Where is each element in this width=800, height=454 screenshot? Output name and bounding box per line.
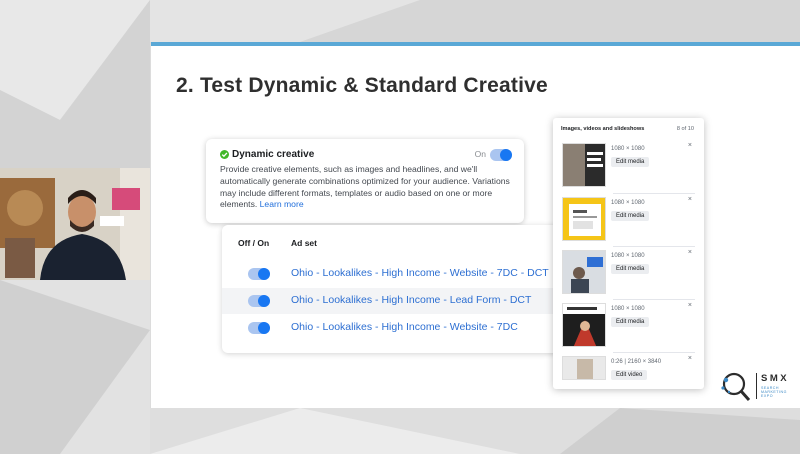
media-dimensions: 0:26 | 2160 × 3840	[611, 359, 662, 365]
remove-media-icon[interactable]: ×	[688, 142, 692, 149]
edit-media-button[interactable]: Edit media	[611, 211, 650, 221]
dynamic-creative-toggle-label: On	[474, 149, 486, 159]
remove-media-icon[interactable]: ×	[688, 355, 692, 362]
table-row: Ohio - Lookalikes - High Income - Websit…	[222, 315, 562, 341]
toggle-knob	[258, 322, 270, 334]
dynamic-creative-description: Provide creative elements, such as image…	[220, 164, 512, 211]
dynamic-creative-title: Dynamic creative	[232, 149, 315, 160]
logo-divider	[756, 373, 757, 399]
check-circle-icon	[220, 150, 229, 159]
media-dimensions: 1080 × 1080	[611, 253, 645, 259]
edit-media-button[interactable]: Edit media	[611, 317, 650, 327]
remove-media-icon[interactable]: ×	[688, 196, 692, 203]
magnifier-logo-icon	[721, 372, 751, 401]
media-thumbnail[interactable]	[562, 143, 606, 187]
media-item: 0:26 | 2160 × 3840 Edit video ×	[553, 353, 704, 383]
toggle-knob	[500, 149, 512, 161]
media-dimensions: 1080 × 1080	[611, 306, 645, 312]
remove-media-icon[interactable]: ×	[688, 249, 692, 256]
smx-logo: SMX SEARCH MARKETING EXPO	[718, 371, 800, 403]
column-header-toggle: Off / On	[238, 238, 270, 248]
slide-title: 2. Test Dynamic & Standard Creative	[176, 74, 548, 97]
media-panel: Images, videos and slideshows 8 of 10 10…	[553, 118, 704, 389]
media-thumbnail[interactable]	[562, 303, 606, 347]
toggle-knob	[258, 295, 270, 307]
presenter-webcam	[0, 168, 150, 280]
media-item: 1080 × 1080 Edit media ×	[553, 140, 704, 190]
adset-name-link[interactable]: Ohio - Lookalikes - High Income - Lead F…	[291, 294, 531, 306]
media-dimensions: 1080 × 1080	[611, 200, 645, 206]
media-count: 8 of 10	[676, 126, 694, 132]
media-thumbnail[interactable]	[562, 197, 606, 241]
edit-media-button[interactable]: Edit media	[611, 264, 650, 274]
media-thumbnail[interactable]	[562, 250, 606, 294]
media-item: 1080 × 1080 Edit media ×	[553, 194, 704, 244]
table-row: Ohio - Lookalikes - High Income - Lead F…	[222, 288, 562, 314]
edit-video-button[interactable]: Edit video	[611, 370, 648, 380]
learn-more-link[interactable]: Learn more	[260, 199, 304, 209]
adset-toggle[interactable]	[248, 295, 270, 307]
remove-media-icon[interactable]: ×	[688, 302, 692, 309]
logo-tagline: SEARCH MARKETING EXPO	[761, 386, 787, 399]
adset-name-link[interactable]: Ohio - Lookalikes - High Income - Websit…	[291, 321, 518, 333]
toggle-knob	[258, 268, 270, 280]
media-dimensions: 1080 × 1080	[611, 146, 645, 152]
logo-brand: SMX	[761, 373, 790, 384]
dynamic-creative-card: Dynamic creative On Provide creative ele…	[206, 139, 524, 223]
table-row: Ohio - Lookalikes - High Income - Websit…	[222, 261, 562, 287]
column-header-adset: Ad set	[291, 238, 317, 248]
edit-media-button[interactable]: Edit media	[611, 157, 650, 167]
adset-table: Off / On Ad set Ohio - Lookalikes - High…	[222, 225, 562, 353]
presenter-video-frame	[0, 168, 150, 280]
media-thumbnail[interactable]	[562, 356, 606, 380]
adset-name-link[interactable]: Ohio - Lookalikes - High Income - Websit…	[291, 267, 549, 279]
media-item: 1080 × 1080 Edit media ×	[553, 300, 704, 350]
adset-toggle[interactable]	[248, 268, 270, 280]
media-item: 1080 × 1080 Edit media ×	[553, 247, 704, 297]
media-panel-title: Images, videos and slideshows	[561, 126, 645, 132]
dynamic-creative-toggle[interactable]	[490, 149, 512, 161]
adset-toggle[interactable]	[248, 322, 270, 334]
